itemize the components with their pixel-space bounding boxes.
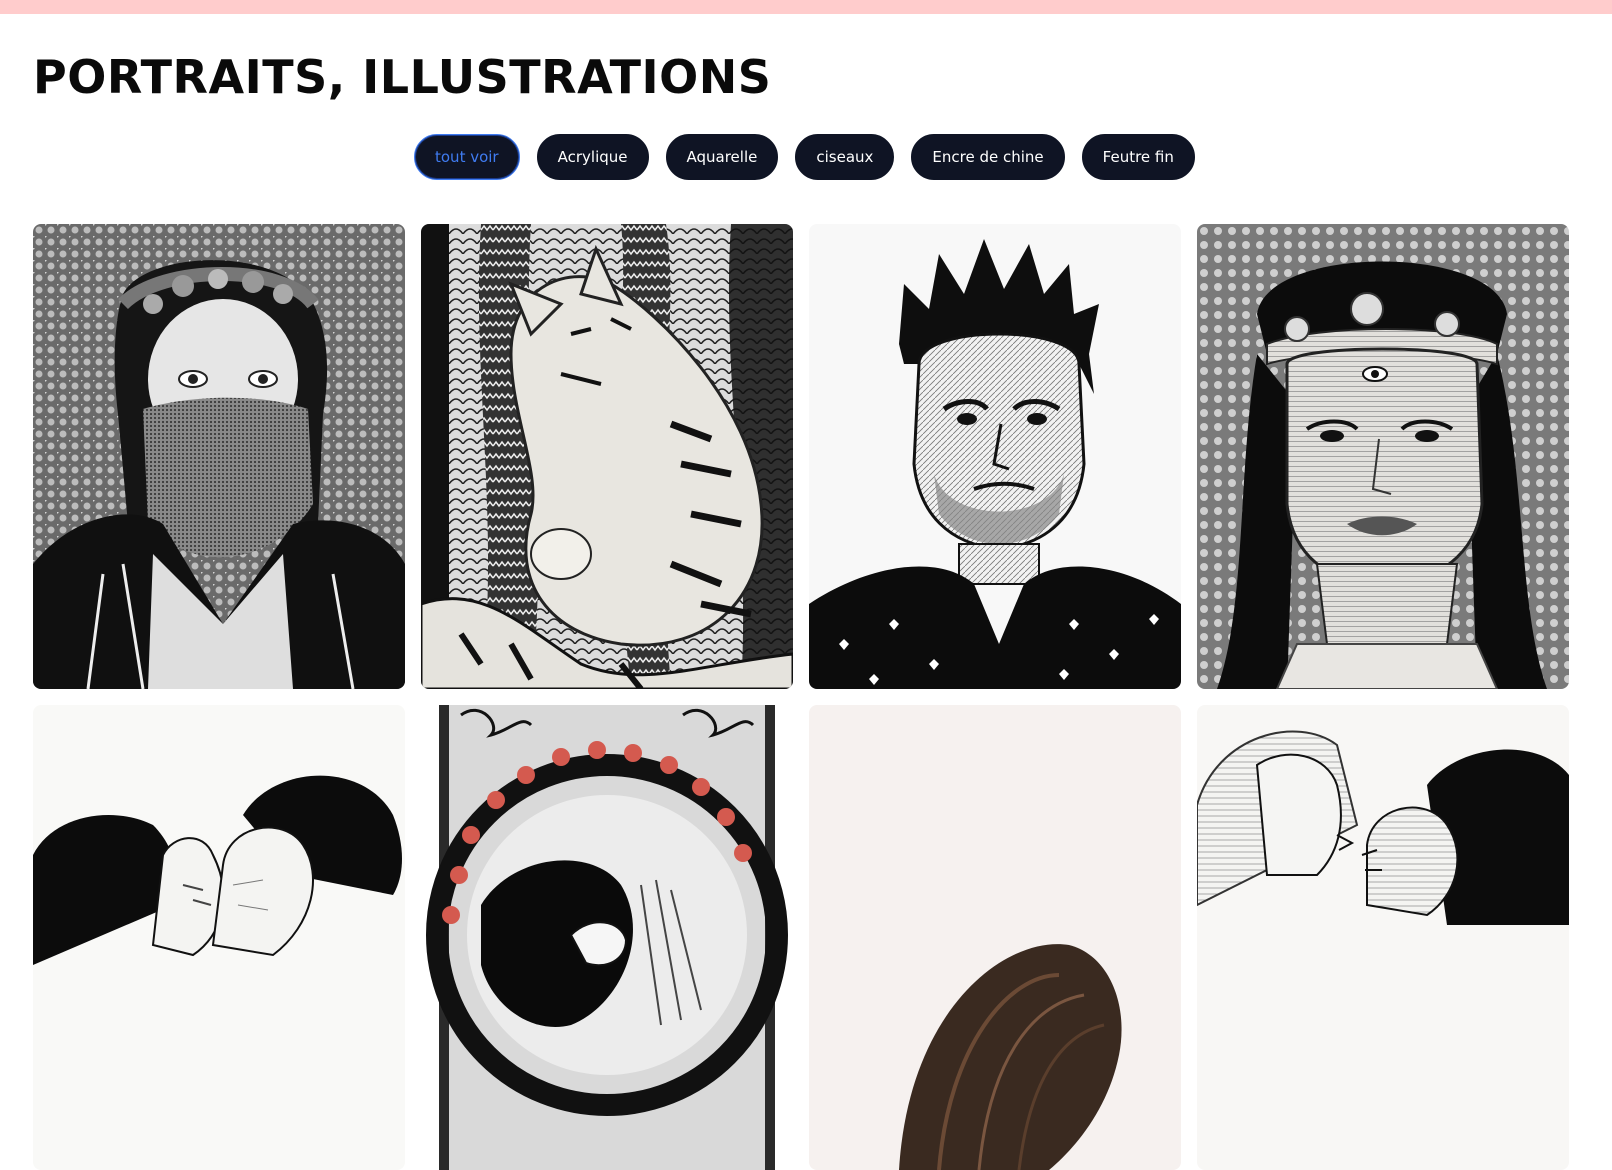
filter-tout-voir[interactable]: tout voir (414, 134, 520, 180)
portrait-image (33, 224, 405, 689)
gallery-item-art-nouveau[interactable] (421, 705, 793, 1170)
illustration-image (809, 705, 1181, 1170)
gallery-item-kissing-couple[interactable] (33, 705, 405, 1170)
illustration-image (421, 705, 793, 1170)
top-accent-bar (0, 0, 1612, 14)
gallery-item-flowing-hair[interactable] (809, 705, 1181, 1170)
filter-feutre-fin[interactable]: Feutre fin (1081, 134, 1195, 180)
filter-encre-de-chine[interactable]: Encre de chine (911, 134, 1065, 180)
gallery-item-woman-bandana[interactable] (33, 224, 405, 689)
gallery-item-man[interactable] (809, 224, 1181, 689)
gallery-item-woman-headband[interactable] (1197, 224, 1569, 689)
gallery-item-cat[interactable] (421, 224, 793, 689)
gallery-grid (33, 224, 1570, 1170)
couple-image (1197, 705, 1569, 1170)
cat-image (421, 224, 793, 689)
filter-acrylique[interactable]: Acrylique (536, 134, 649, 180)
page-title: PORTRAITS, ILLUSTRATIONS (33, 50, 772, 104)
couple-image (33, 705, 405, 1170)
filter-bar: tout voir Acrylique Aquarelle ciseaux En… (414, 134, 1195, 180)
filter-ciseaux[interactable]: ciseaux (795, 134, 895, 180)
filter-aquarelle[interactable]: Aquarelle (665, 134, 779, 180)
gallery-item-couple-profiles[interactable] (1197, 705, 1569, 1170)
portrait-image (1197, 224, 1569, 689)
portrait-image (809, 224, 1181, 689)
